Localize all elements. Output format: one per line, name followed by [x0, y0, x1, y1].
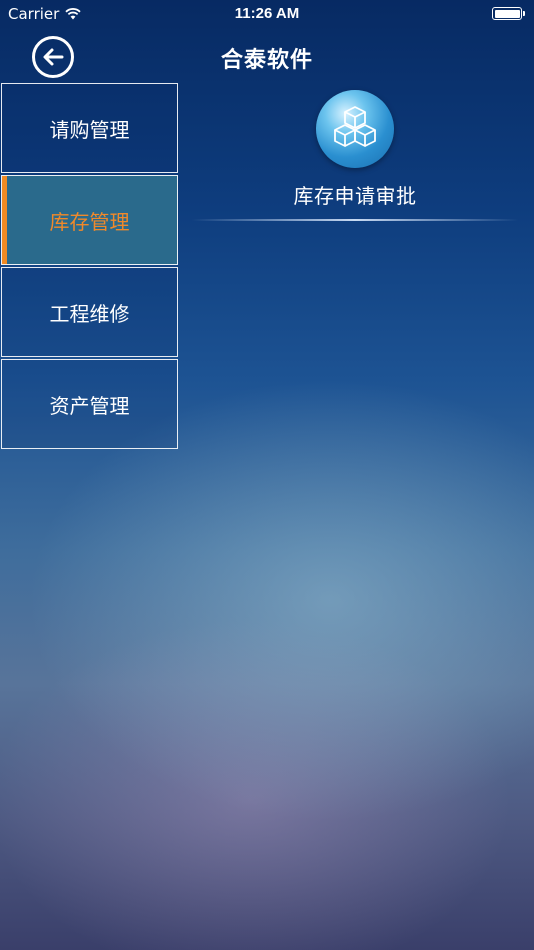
- nav-bar: 合泰软件: [0, 28, 534, 84]
- sidebar-item-maintenance[interactable]: 工程维修: [1, 267, 178, 357]
- sidebar-item-purchase[interactable]: 请购管理: [1, 83, 178, 173]
- sidebar-item-label: 工程维修: [49, 301, 130, 326]
- sidebar-item-label: 资产管理: [49, 393, 130, 418]
- sidebar-item-assets[interactable]: 资产管理: [1, 359, 178, 449]
- boxes-icon: [316, 90, 394, 168]
- inventory-approval-item[interactable]: 库存申请审批: [192, 90, 518, 225]
- status-bar: Carrier 11:26 AM: [0, 0, 534, 28]
- sidebar-item-label: 请购管理: [49, 117, 130, 142]
- module-label: 库存申请审批: [293, 184, 417, 208]
- sidebar-item-inventory[interactable]: 库存管理: [1, 175, 178, 265]
- page-title: 合泰软件: [220, 48, 313, 73]
- divider: [192, 219, 518, 221]
- sidebar: 请购管理 库存管理 工程维修 资产管理: [1, 83, 178, 451]
- status-time: 11:26 AM: [234, 5, 300, 22]
- sidebar-item-label: 库存管理: [49, 209, 130, 234]
- battery-icon: [492, 7, 525, 20]
